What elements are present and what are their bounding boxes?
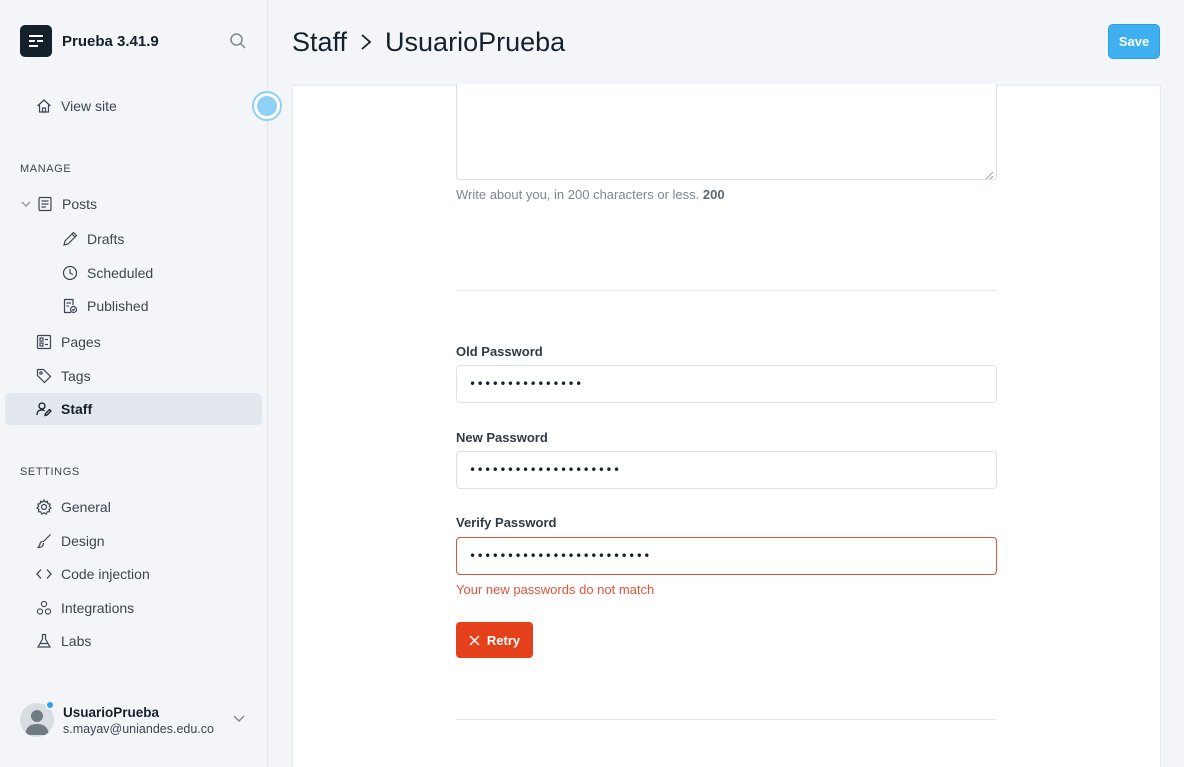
chevron-right-icon <box>359 33 373 51</box>
notification-pulse[interactable] <box>252 91 282 121</box>
sidebar-item-drafts[interactable]: Drafts <box>61 223 124 255</box>
sidebar-item-label: Labs <box>61 633 92 649</box>
retry-button[interactable]: Retry <box>456 622 533 658</box>
online-status-dot <box>45 700 55 710</box>
integrations-icon <box>35 599 53 617</box>
sidebar-item-label: Code injection <box>61 566 150 582</box>
sidebar-item-design[interactable]: Design <box>35 525 105 557</box>
pulse-dot <box>257 96 277 116</box>
clock-icon <box>61 264 79 282</box>
bio-hint: Write about you, in 200 characters or le… <box>456 187 725 202</box>
sidebar-item-label: Posts <box>62 196 98 212</box>
pages-icon <box>35 333 53 351</box>
search-icon[interactable] <box>228 31 248 51</box>
resize-handle-icon[interactable] <box>984 167 994 180</box>
user-email: s.mayav@uniandes.edu.co <box>63 721 214 736</box>
bio-textarea[interactable] <box>456 84 997 180</box>
tag-icon <box>35 367 53 385</box>
section-divider <box>456 290 997 291</box>
flask-icon <box>35 632 53 650</box>
chevron-down-icon[interactable] <box>232 711 248 727</box>
sidebar-item-label: Published <box>87 298 149 314</box>
sidebar-item-labs[interactable]: Labs <box>35 625 91 657</box>
old-password-label: Old Password <box>456 344 543 359</box>
verify-password-field[interactable]: •••••••••••••••••••••••• <box>456 537 997 575</box>
view-site-label: View site <box>61 98 117 114</box>
site-title: Prueba 3.41.9 <box>62 32 159 50</box>
site-brand[interactable]: Prueba 3.41.9 <box>20 25 159 57</box>
sidebar-item-posts[interactable]: Posts <box>20 188 97 220</box>
sidebar-item-general[interactable]: General <box>35 491 111 523</box>
sidebar-item-scheduled[interactable]: Scheduled <box>61 257 153 289</box>
sidebar-item-published[interactable]: Published <box>61 290 149 322</box>
breadcrumb: Staff UsuarioPrueba <box>292 24 565 60</box>
staff-icon <box>35 400 53 418</box>
new-password-label: New Password <box>456 430 548 445</box>
site-logo-icon <box>20 25 52 57</box>
page-title: UsuarioPrueba <box>385 26 566 57</box>
sidebar-item-staff[interactable]: Staff <box>5 393 262 425</box>
settings-section-title: SETTINGS <box>20 466 80 478</box>
sidebar-item-label: Tags <box>61 368 91 384</box>
published-icon <box>61 297 79 315</box>
save-button[interactable]: Save <box>1108 24 1160 59</box>
section-divider <box>456 719 997 720</box>
old-password-field[interactable]: ••••••••••••••• <box>456 365 997 403</box>
user-settings-card: Write about you, in 200 characters or le… <box>292 84 1161 767</box>
brush-icon <box>35 532 53 550</box>
chevron-down-icon[interactable] <box>20 195 32 213</box>
code-icon <box>35 565 53 583</box>
sidebar-item-code-injection[interactable]: Code injection <box>35 558 150 590</box>
retry-label: Retry <box>486 632 521 648</box>
sidebar: Prueba 3.41.9 View site MANAGE Posts Dra… <box>0 0 282 767</box>
new-password-field[interactable]: •••••••••••••••••••• <box>456 451 997 489</box>
sidebar-item-label: Drafts <box>87 231 125 247</box>
sidebar-item-pages[interactable]: Pages <box>35 326 101 358</box>
password-error-message: Your new passwords do not match <box>456 582 655 597</box>
sidebar-item-label: Integrations <box>61 600 135 616</box>
sidebar-item-label: Scheduled <box>87 265 154 281</box>
user-menu[interactable]: UsuarioPrueba s.mayav@uniandes.edu.co <box>20 700 260 740</box>
sidebar-item-label: Staff <box>61 401 93 417</box>
manage-section-title: MANAGE <box>20 163 72 175</box>
view-site-link[interactable]: View site <box>35 90 117 122</box>
posts-icon <box>36 195 54 213</box>
pencil-icon <box>61 230 79 248</box>
user-name: UsuarioPrueba <box>63 704 160 720</box>
sidebar-item-label: Design <box>61 533 105 549</box>
gear-icon <box>35 498 53 516</box>
bio-hint-text: Write about you, in 200 characters or le… <box>456 187 700 202</box>
close-icon <box>469 635 480 646</box>
verify-password-label: Verify Password <box>456 515 557 530</box>
sidebar-item-label: Pages <box>61 334 101 350</box>
sidebar-item-tags[interactable]: Tags <box>35 360 91 392</box>
sidebar-item-label: General <box>61 499 111 515</box>
breadcrumb-staff-link[interactable]: Staff <box>292 27 347 58</box>
home-icon <box>35 97 53 115</box>
sidebar-item-integrations[interactable]: Integrations <box>35 592 134 624</box>
bio-char-count: 200 <box>702 187 725 202</box>
